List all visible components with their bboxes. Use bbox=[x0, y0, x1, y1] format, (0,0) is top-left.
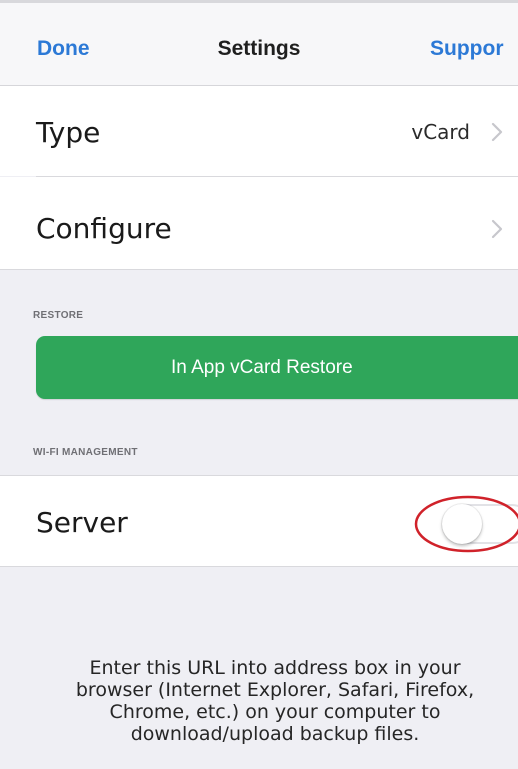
section-bottom-border bbox=[0, 269, 518, 270]
type-label: Type bbox=[36, 116, 101, 149]
server-label: Server bbox=[36, 506, 128, 539]
support-button[interactable]: Suppor bbox=[430, 37, 504, 61]
configure-label: Configure bbox=[36, 212, 172, 245]
toggle-knob bbox=[442, 504, 482, 544]
restore-button-label: In App vCard Restore bbox=[171, 357, 353, 378]
configure-row[interactable]: Configure bbox=[0, 177, 518, 269]
in-app-vcard-restore-button[interactable]: In App vCard Restore bbox=[36, 336, 518, 399]
wifi-management-section-header: WI-FI MANAGEMENT bbox=[33, 447, 138, 458]
server-toggle[interactable] bbox=[422, 499, 518, 549]
chevron-right-icon bbox=[491, 219, 503, 239]
url-instruction-text: Enter this URL into address box in your … bbox=[75, 657, 475, 745]
section-bottom-border bbox=[0, 566, 518, 567]
navigation-bar: Done Settings Suppor bbox=[0, 3, 518, 86]
chevron-right-icon bbox=[491, 122, 503, 142]
type-row[interactable]: Type vCard bbox=[0, 86, 518, 176]
settings-screen: Done Settings Suppor Type vCard Configur… bbox=[0, 0, 518, 769]
restore-section-header: RESTORE bbox=[33, 310, 84, 321]
type-value: vCard bbox=[411, 120, 470, 144]
